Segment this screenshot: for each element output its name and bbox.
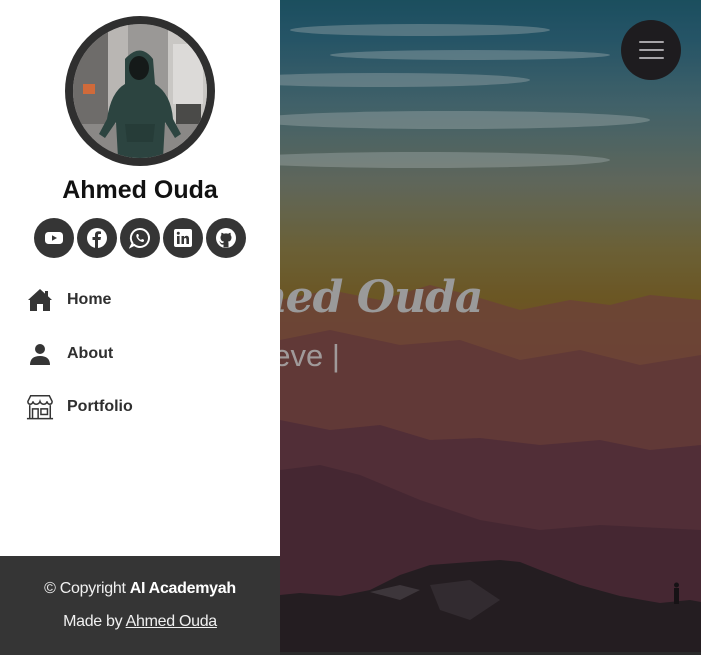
- facebook-link[interactable]: [77, 218, 117, 258]
- avatar: [65, 16, 215, 166]
- social-links: [34, 218, 246, 258]
- copyright-brand: AI Academyah: [129, 580, 236, 597]
- whatsapp-link[interactable]: [120, 218, 160, 258]
- menu-toggle-button[interactable]: [621, 20, 681, 80]
- hamburger-icon-line: [638, 49, 664, 51]
- nav-label: Home: [67, 291, 112, 308]
- sidebar-nav: Home About Portfolio: [0, 282, 280, 443]
- linkedin-icon: [174, 229, 192, 247]
- made-by-prefix: Made by: [63, 613, 126, 630]
- nav-label: Portfolio: [67, 398, 133, 415]
- sidebar: Ahmed Ouda Home About Portfolio © Copyri…: [0, 0, 280, 655]
- profile-name: Ahmed Ouda: [62, 176, 218, 204]
- nav-label: About: [67, 344, 114, 362]
- home-icon: [26, 286, 54, 314]
- copyright-prefix: © Copyright: [44, 580, 130, 597]
- shop-icon: [26, 393, 54, 421]
- typing-cursor: |: [331, 338, 340, 373]
- nav-item-portfolio[interactable]: Portfolio: [0, 389, 280, 425]
- linkedin-link[interactable]: [163, 218, 203, 258]
- github-icon: [216, 228, 236, 248]
- author-link[interactable]: Ahmed Ouda: [126, 613, 218, 630]
- user-icon: [26, 340, 54, 368]
- copyright-line: © Copyright AI Academyah: [0, 580, 280, 598]
- hamburger-icon-line: [638, 41, 664, 43]
- youtube-link[interactable]: [34, 218, 74, 258]
- avatar-photo: [73, 24, 207, 158]
- credits-line: Made by Ahmed Ouda: [0, 613, 280, 631]
- hamburger-icon-line: [638, 57, 664, 59]
- nav-item-home[interactable]: Home: [0, 282, 280, 318]
- youtube-icon: [45, 232, 63, 244]
- nav-item-about[interactable]: About: [0, 336, 280, 372]
- github-link[interactable]: [206, 218, 246, 258]
- whatsapp-icon: [129, 227, 150, 249]
- sidebar-footer: © Copyright AI Academyah Made by Ahmed O…: [0, 556, 280, 655]
- facebook-icon: [87, 228, 107, 248]
